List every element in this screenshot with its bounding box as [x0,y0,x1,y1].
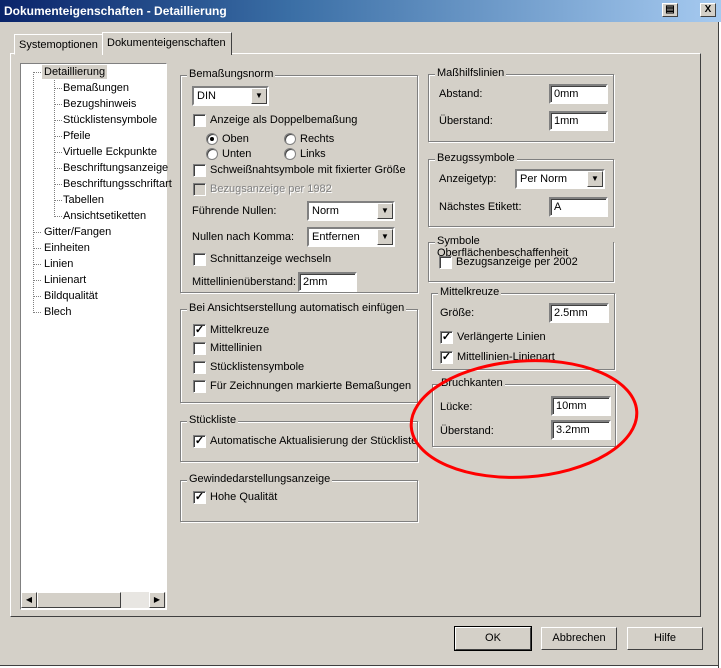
red-ellipse-annotation [409,359,639,479]
ok-button[interactable]: OK [454,626,532,651]
help-button[interactable]: Hilfe [627,627,703,650]
cancel-button[interactable]: Abbrechen [541,627,617,650]
